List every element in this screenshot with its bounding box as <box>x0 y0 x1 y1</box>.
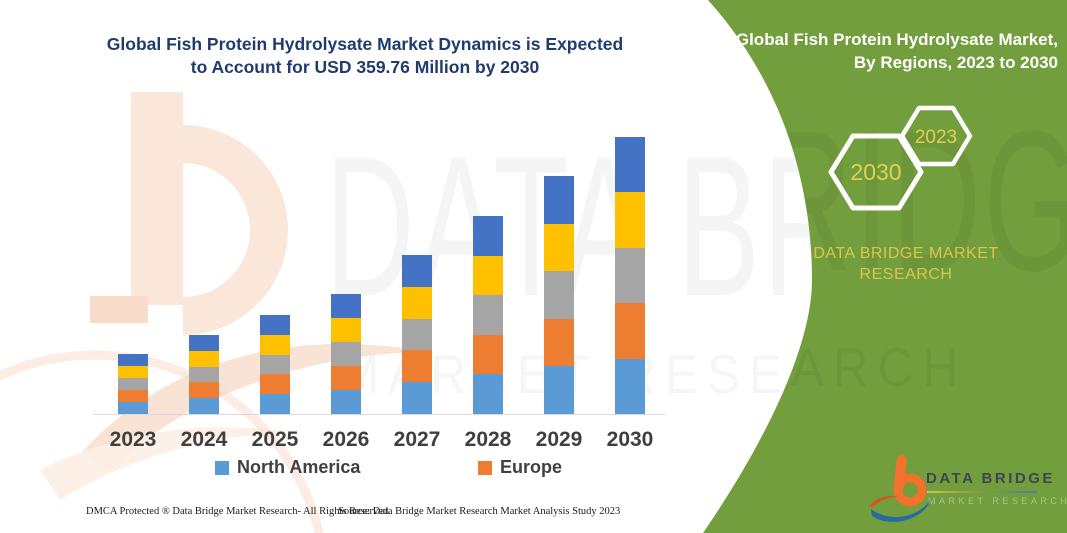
bar-segment <box>615 192 645 247</box>
infographic-canvas: DATA BRIDGE MARKET RESEARCH Global Fish … <box>0 0 1067 533</box>
stacked-bar-2029 <box>544 176 574 414</box>
x-axis-label-2023: 2023 <box>97 428 169 452</box>
bar-segment <box>544 271 574 319</box>
stacked-bar-2024 <box>189 335 219 414</box>
bar-segment <box>402 287 432 319</box>
bar-segment <box>118 366 148 378</box>
x-axis-label-2024: 2024 <box>168 428 240 452</box>
bar-segment <box>615 303 645 358</box>
bar-segment <box>118 378 148 390</box>
x-axis-label-2025: 2025 <box>239 428 311 452</box>
x-axis-label-2029: 2029 <box>523 428 595 452</box>
bar-segment <box>402 350 432 382</box>
panel-title-line2: By Regions, 2023 to 2030 <box>704 51 1058 74</box>
bar-segment <box>331 390 361 414</box>
bar-segment <box>118 390 148 402</box>
bar-segment <box>473 295 503 335</box>
bar-segment <box>331 366 361 390</box>
logo-brand-text: DATA BRIDGE <box>926 470 1055 487</box>
bar-segment <box>615 137 645 192</box>
bar-segment <box>189 367 219 383</box>
bar-segment <box>615 359 645 414</box>
bar-segment <box>118 402 148 414</box>
bar-segment <box>189 382 219 398</box>
bar-segment <box>544 366 574 414</box>
stacked-bar-2026 <box>331 294 361 414</box>
legend-label: North America <box>237 457 360 478</box>
panel-title: Global Fish Protein Hydrolysate Market, … <box>704 28 1058 74</box>
bar-segment <box>544 319 574 367</box>
bar-segment <box>189 398 219 414</box>
bar-segment <box>331 318 361 342</box>
legend-swatch <box>478 461 492 475</box>
panel-brand-line2: RESEARCH <box>800 264 1012 285</box>
bar-segment <box>260 394 290 414</box>
panel-brand-text: DATA BRIDGE MARKET RESEARCH <box>800 243 1012 285</box>
logo-divider-line <box>927 491 1037 493</box>
stacked-bar-2023 <box>118 354 148 414</box>
bar-segment <box>402 319 432 351</box>
bar-segment <box>189 351 219 367</box>
bar-segment <box>118 354 148 366</box>
x-axis-line <box>93 414 665 415</box>
x-axis-label-2027: 2027 <box>381 428 453 452</box>
stacked-bar-2025 <box>260 315 290 414</box>
bar-segment <box>544 176 574 224</box>
logo-sub-text: MARKET RESEARCH <box>928 496 1067 506</box>
bar-segment <box>331 342 361 366</box>
bar-segment <box>402 255 432 287</box>
bar-segment <box>260 335 290 355</box>
bar-segment <box>615 248 645 303</box>
legend-item-europe: Europe <box>478 457 562 478</box>
source-footer-text: Source: Data Bridge Market Research Mark… <box>338 506 620 517</box>
bar-segment <box>260 355 290 375</box>
legend-label: Europe <box>500 457 562 478</box>
bar-segment <box>473 256 503 296</box>
bar-segment <box>260 315 290 335</box>
bar-segment <box>544 224 574 272</box>
panel-brand-line1: DATA BRIDGE MARKET <box>800 243 1012 264</box>
legend-swatch <box>215 461 229 475</box>
bar-chart: 20232024202520262027202820292030 <box>0 0 700 533</box>
x-axis-label-2026: 2026 <box>310 428 382 452</box>
x-axis-label-2030: 2030 <box>594 428 666 452</box>
bar-segment <box>260 374 290 394</box>
data-bridge-logo-icon <box>868 448 938 528</box>
bar-segment <box>473 216 503 256</box>
stacked-bar-2030 <box>615 137 645 414</box>
panel-title-line1: Global Fish Protein Hydrolysate Market, <box>704 28 1058 51</box>
x-axis-label-2028: 2028 <box>452 428 524 452</box>
bar-segment <box>189 335 219 351</box>
stacked-bar-2027 <box>402 255 432 414</box>
legend-item-north-america: North America <box>215 457 360 478</box>
bar-segment <box>331 294 361 318</box>
bar-segment <box>402 382 432 414</box>
bar-segment <box>473 374 503 414</box>
bar-segment <box>473 335 503 375</box>
stacked-bar-2028 <box>473 216 503 414</box>
